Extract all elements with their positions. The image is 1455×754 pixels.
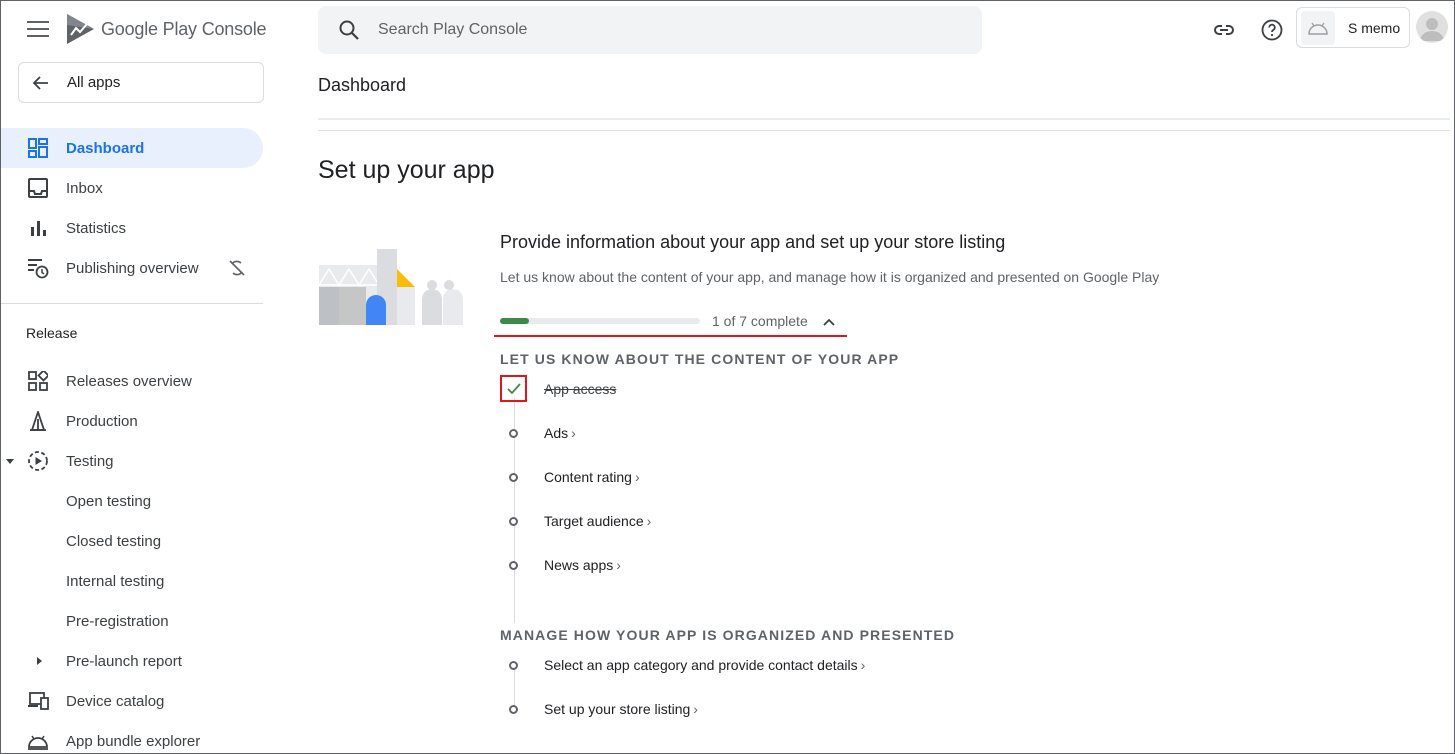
testing-icon [27, 450, 49, 472]
task-label: App access [544, 381, 617, 397]
sidebar-item-releases-overview[interactable]: Releases overview [1, 361, 263, 401]
help-icon[interactable] [1260, 18, 1284, 42]
sidebar: Google Play Console All apps Dashboard I… [1, 1, 271, 754]
header-divider [318, 118, 1450, 120]
sidebar-item-open-testing[interactable]: Open testing [1, 481, 263, 521]
arrow-back-icon [32, 75, 48, 90]
play-console-logo-icon [67, 14, 94, 44]
chevron-right-icon: › [571, 425, 576, 441]
task-link[interactable]: Ads › [544, 425, 576, 441]
sidebar-item-inbox[interactable]: Inbox [1, 168, 263, 208]
sidebar-item-device-catalog[interactable]: Device catalog [1, 681, 263, 721]
setup-progress-fill [500, 318, 529, 324]
setup-card-description: Let us know about the content of your ap… [500, 269, 1160, 285]
dashboard-icon [27, 137, 49, 159]
sidebar-item-app-bundle-explorer[interactable]: App bundle explorer [1, 721, 263, 754]
android-icon [1308, 22, 1328, 35]
caret-down-icon[interactable] [5, 456, 15, 466]
task-link[interactable]: Set up your store listing › [544, 701, 698, 717]
sidebar-item-label: Open testing [66, 492, 152, 510]
check-icon [506, 382, 521, 394]
search-bar[interactable] [318, 6, 982, 54]
logo-text: Google Play Console [101, 18, 267, 39]
task-pending-dot [509, 428, 518, 438]
header-divider [318, 130, 1450, 131]
sidebar-item-closed-testing[interactable]: Closed testing [1, 521, 263, 561]
sidebar-item-pre-launch-report[interactable]: Pre-launch report [1, 641, 263, 681]
release-section-header: Release [26, 325, 78, 341]
chevron-right-icon: › [860, 657, 866, 673]
sidebar-item-label: Pre-launch report [66, 652, 182, 670]
inbox-icon [27, 177, 49, 199]
search-icon [339, 20, 359, 40]
android-icon [27, 730, 49, 752]
publishing-icon [27, 257, 49, 279]
sidebar-item-internal-testing[interactable]: Internal testing [1, 561, 263, 601]
chevron-right-icon: › [616, 557, 621, 573]
task-group-header: LET US KNOW ABOUT THE CONTENT OF YOUR AP… [500, 351, 900, 367]
avatar[interactable] [1416, 11, 1448, 43]
chevron-right-icon: › [634, 469, 640, 485]
chevron-right-icon: › [646, 513, 652, 529]
sidebar-item-label: Pre-registration [66, 612, 169, 630]
task-group-header: MANAGE HOW YOUR APP IS ORGANIZED AND PRE… [500, 627, 956, 643]
task-timeline-line [514, 665, 515, 709]
sidebar-item-label: Inbox [66, 179, 103, 197]
store-illustration [319, 249, 463, 325]
sidebar-item-label: Device catalog [66, 692, 165, 710]
sidebar-item-label: Statistics [66, 219, 127, 237]
task-link[interactable]: News apps › [544, 557, 621, 573]
setup-card-title: Provide information about your app and s… [500, 232, 1006, 252]
sidebar-item-label: Dashboard [66, 139, 145, 157]
task-link[interactable]: Content rating › [544, 469, 640, 485]
chevron-up-icon[interactable] [821, 314, 837, 330]
sidebar-item-label: Closed testing [66, 532, 162, 550]
all-apps-label: All apps [67, 74, 121, 91]
page-title: Dashboard [318, 75, 407, 95]
chevron-right-icon: › [693, 701, 698, 717]
sidebar-item-testing[interactable]: Testing [1, 441, 263, 481]
menu-icon[interactable] [27, 21, 49, 39]
task-pending-dot [509, 704, 518, 714]
sidebar-item-publishing-overview[interactable]: Publishing overview [1, 248, 263, 288]
sidebar-item-label: Publishing overview [66, 259, 199, 277]
setup-progress-text: 1 of 7 complete [712, 313, 808, 329]
sidebar-item-production[interactable]: Production [1, 401, 263, 441]
task-pending-dot [509, 560, 518, 570]
sidebar-item-label: App bundle explorer [66, 732, 201, 750]
releases-grid-icon [27, 370, 49, 392]
sidebar-item-label: Releases overview [66, 372, 192, 390]
link-icon[interactable] [1212, 18, 1236, 42]
task-pending-dot [509, 516, 518, 526]
app-icon [1301, 10, 1335, 45]
user-avatar-icon [1420, 18, 1444, 41]
google-play-console-logo[interactable]: Google Play Console [65, 13, 267, 45]
app-switcher-button[interactable]: S memo [1296, 7, 1410, 48]
bar-chart-icon [27, 217, 49, 239]
all-apps-button[interactable]: All apps [18, 62, 264, 103]
sync-off-icon [229, 260, 245, 276]
sidebar-item-label: Testing [66, 452, 114, 470]
sidebar-item-dashboard[interactable]: Dashboard [1, 128, 263, 168]
sidebar-item-label: Production [66, 412, 138, 430]
search-input[interactable] [378, 21, 938, 39]
production-icon [27, 410, 49, 432]
account-app-name: S memo [1348, 19, 1401, 36]
setup-section-title: Set up your app [318, 156, 495, 184]
sidebar-item-label: Internal testing [66, 572, 165, 590]
task-pending-dot [509, 660, 518, 670]
highlight-underline [494, 335, 847, 337]
sidebar-item-pre-registration[interactable]: Pre-registration [1, 601, 263, 641]
completed-check-highlight [500, 375, 527, 402]
sidebar-divider [1, 303, 263, 304]
task-link[interactable]: Select an app category and provide conta… [544, 657, 865, 673]
devices-icon [27, 690, 49, 712]
task-link[interactable]: Target audience › [544, 513, 651, 529]
task-pending-dot [509, 472, 518, 482]
caret-right-icon[interactable] [34, 656, 44, 666]
setup-progress-bar [500, 318, 700, 324]
sidebar-item-statistics[interactable]: Statistics [1, 208, 263, 248]
